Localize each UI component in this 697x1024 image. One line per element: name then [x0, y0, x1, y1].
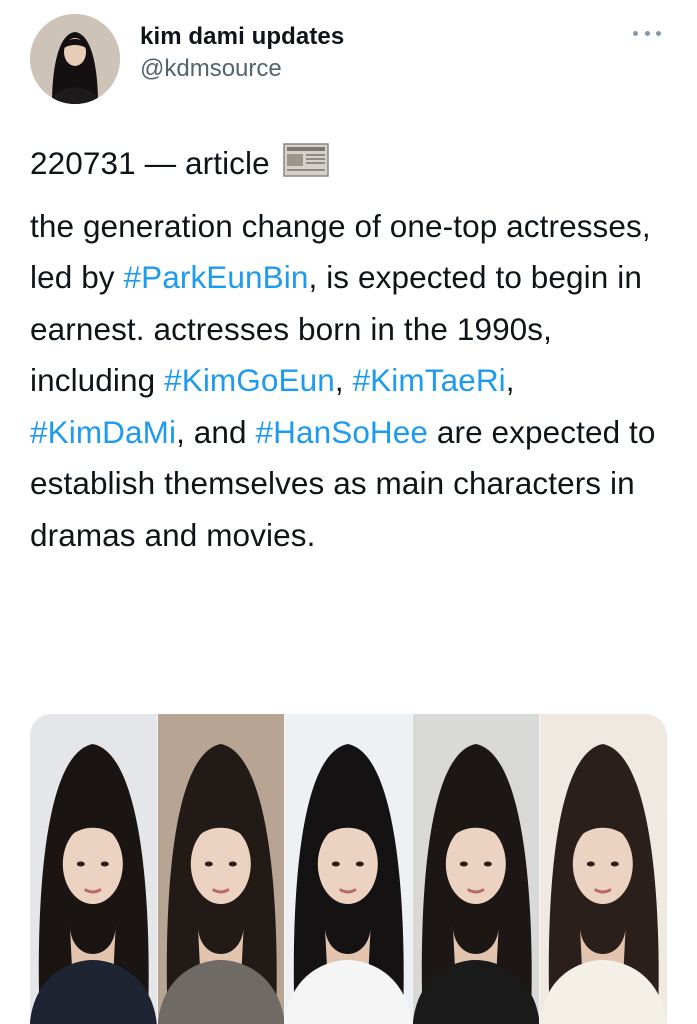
text-segment: ,: [334, 362, 353, 398]
avatar-image: [30, 14, 120, 104]
portrait-photo[interactable]: [284, 714, 412, 1024]
tweet: kim dami updates @kdmsource 220731 — art…: [0, 0, 697, 1024]
hashtag-link[interactable]: #KimGoEun: [164, 362, 335, 398]
tweet-media[interactable]: [30, 714, 667, 1024]
portrait-photo[interactable]: [539, 714, 667, 1024]
more-horizontal-icon[interactable]: [633, 26, 661, 40]
portrait-photo[interactable]: [30, 714, 157, 1024]
text-segment: , and: [176, 413, 256, 450]
portrait-photo[interactable]: [156, 714, 285, 1024]
tweet-text: 220731 — article the generation change o…: [30, 138, 675, 561]
hashtag-link[interactable]: #KimDaMi: [30, 414, 176, 450]
hashtag-link[interactable]: #ParkEunBin: [124, 259, 309, 295]
tweet-header: kim dami updates @kdmsource: [28, 14, 677, 106]
tweet-paragraph: the generation change of one-top actress…: [30, 201, 675, 562]
newspaper-icon: [282, 142, 329, 178]
avatar[interactable]: [30, 14, 120, 104]
user-names: kim dami updates @kdmsource: [140, 22, 344, 84]
user-handle[interactable]: @kdmsource: [140, 54, 344, 84]
dateline-text: 220731 — article: [30, 145, 270, 181]
text-segment: ,: [505, 362, 515, 398]
hashtag-link[interactable]: #KimTaeRi: [353, 362, 506, 398]
hashtag-link[interactable]: #HanSoHee: [256, 414, 429, 450]
dateline: 220731 — article: [30, 138, 675, 190]
portrait-photo[interactable]: [411, 714, 540, 1024]
display-name[interactable]: kim dami updates: [140, 22, 344, 52]
